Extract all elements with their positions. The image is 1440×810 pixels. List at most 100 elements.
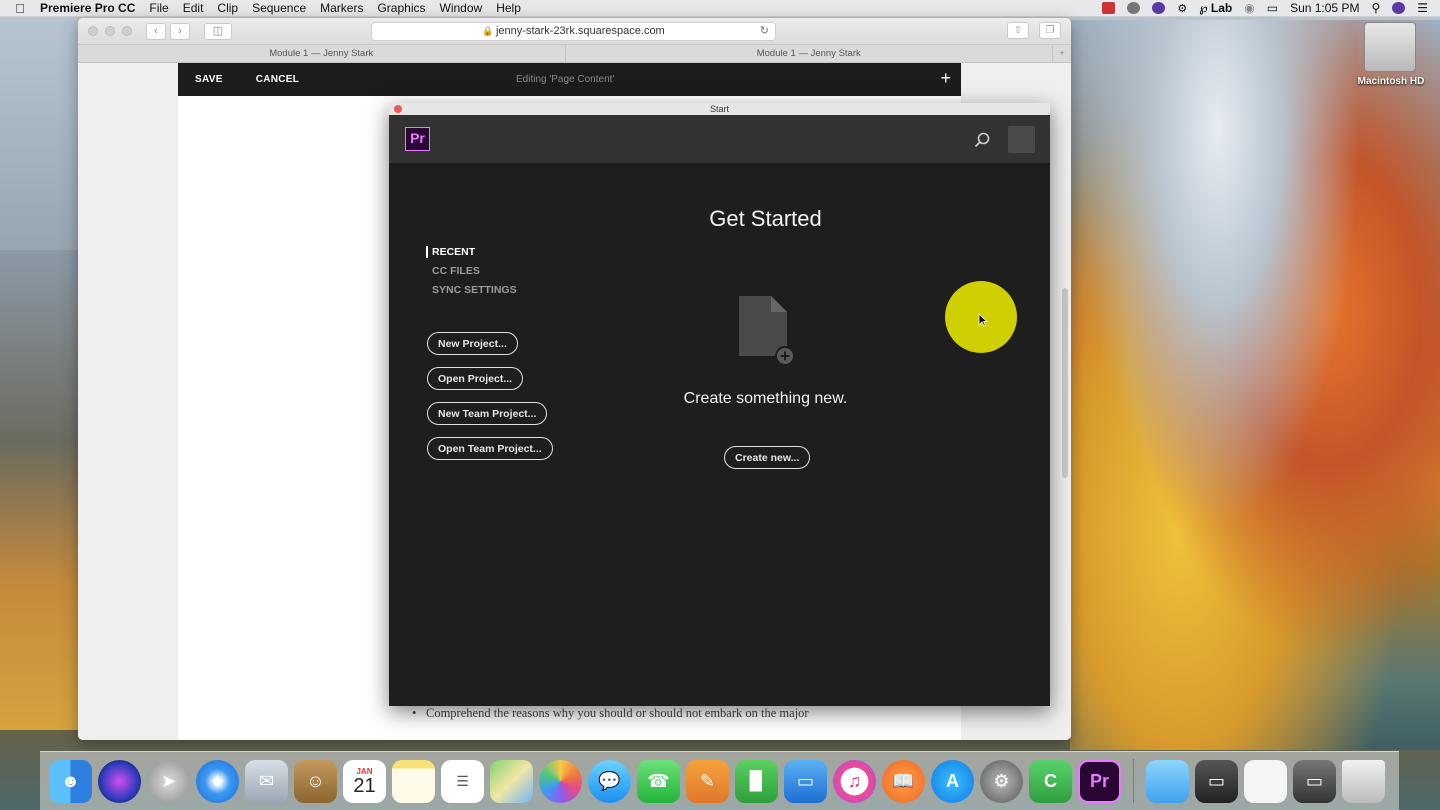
open-team-project-button[interactable]: Open Team Project... bbox=[427, 437, 553, 460]
itunes-icon[interactable]: ♫ bbox=[833, 759, 876, 803]
menu-clock[interactable]: Sun 1:05 PM bbox=[1290, 1, 1359, 15]
creative-cloud-icon[interactable] bbox=[1152, 2, 1166, 14]
nav-recent[interactable]: RECENT bbox=[426, 246, 517, 258]
camtasia-icon[interactable]: C bbox=[1029, 759, 1072, 803]
maps-icon[interactable] bbox=[490, 759, 533, 803]
menu-window[interactable]: Window bbox=[440, 1, 483, 15]
add-block-icon[interactable]: + bbox=[940, 68, 951, 89]
window-controls bbox=[88, 26, 132, 36]
menu-help[interactable]: Help bbox=[496, 1, 521, 15]
lock-icon: 🔒 bbox=[482, 26, 496, 36]
siri-icon[interactable] bbox=[98, 759, 141, 803]
create-new-button[interactable]: Create new... bbox=[724, 446, 811, 469]
menu-graphics[interactable]: Graphics bbox=[377, 1, 425, 15]
nav-sync-settings[interactable]: SYNC SETTINGS bbox=[426, 284, 517, 296]
tab-bar: Module 1 — Jenny Stark Module 1 — Jenny … bbox=[78, 45, 1071, 63]
page-scrollbar[interactable] bbox=[1062, 288, 1068, 478]
hard-drive-label[interactable]: Macintosh HD bbox=[1352, 76, 1430, 87]
messages-icon[interactable]: 💬 bbox=[588, 759, 631, 803]
menu-app-name[interactable]: Premiere Pro CC bbox=[40, 1, 135, 15]
address-url: jenny-stark-23rk.squarespace.com bbox=[495, 25, 665, 37]
save-button[interactable]: SAVE bbox=[195, 74, 223, 85]
pages-icon[interactable]: ✎ bbox=[686, 759, 729, 803]
launchpad-icon[interactable]: ➤ bbox=[147, 759, 190, 803]
tab-module-1-first[interactable]: Module 1 — Jenny Stark bbox=[78, 45, 566, 62]
notes-icon[interactable] bbox=[392, 759, 435, 803]
system-preferences-icon[interactable]: ⚙ bbox=[980, 759, 1023, 803]
back-button[interactable]: ‹ bbox=[146, 22, 166, 40]
avatar[interactable] bbox=[1008, 126, 1035, 153]
reminders-icon[interactable]: ☰ bbox=[441, 759, 484, 803]
notification-center-icon[interactable]: ☰ bbox=[1417, 1, 1428, 15]
document-icon[interactable] bbox=[1244, 759, 1287, 803]
cancel-button[interactable]: CANCEL bbox=[256, 74, 299, 85]
menu-edit[interactable]: Edit bbox=[183, 1, 204, 15]
dock-separator bbox=[1133, 759, 1134, 803]
numbers-icon[interactable]: ▉ bbox=[735, 759, 778, 803]
menu-sequence[interactable]: Sequence bbox=[252, 1, 306, 15]
zoom-window-button[interactable] bbox=[122, 26, 132, 36]
siri-icon[interactable] bbox=[1392, 2, 1406, 14]
control-strip-icon[interactable]: ⚙ bbox=[1177, 2, 1187, 15]
photos-icon[interactable] bbox=[539, 759, 582, 803]
desktop-wallpaper-right bbox=[1070, 20, 1440, 750]
page-bullet-text: • Comprehend the reasons why you should … bbox=[412, 703, 816, 724]
safari-icon[interactable]: ✦ bbox=[196, 759, 239, 803]
minimize-window-button[interactable] bbox=[105, 26, 115, 36]
menu-bar:  Premiere Pro CC File Edit Clip Sequenc… bbox=[0, 0, 1440, 17]
safari-toolbar: ‹ › ◫ 🔒 jenny-stark-23rk.squarespace.com… bbox=[78, 18, 1071, 45]
address-bar[interactable]: 🔒 jenny-stark-23rk.squarespace.com ↻ bbox=[371, 22, 776, 41]
desktop-wallpaper-left bbox=[0, 250, 90, 730]
sidebar-toggle-icon[interactable]: ◫ bbox=[204, 22, 232, 40]
keynote-icon[interactable]: ▭ bbox=[784, 759, 827, 803]
start-window-title: Start bbox=[709, 104, 729, 114]
mail-icon[interactable]: ✉ bbox=[245, 759, 288, 803]
status-icon[interactable] bbox=[1127, 2, 1141, 14]
calendar-icon[interactable]: JAN 21 bbox=[343, 759, 386, 803]
recording-icon[interactable] bbox=[1102, 2, 1116, 14]
menu-markers[interactable]: Markers bbox=[320, 1, 363, 15]
squarespace-edit-bar: SAVE CANCEL Editing 'Page Content' + bbox=[178, 63, 961, 96]
reload-icon[interactable]: ↻ bbox=[760, 23, 769, 40]
hard-drive-icon[interactable] bbox=[1364, 22, 1416, 72]
camtasia-recording-icon[interactable]: ▭ bbox=[1195, 759, 1238, 803]
new-project-button[interactable]: New Project... bbox=[427, 332, 518, 355]
status-lab-label: Lab bbox=[1210, 1, 1233, 15]
mouse-cursor-icon bbox=[978, 313, 988, 327]
apple-menu-icon[interactable]:  bbox=[0, 1, 40, 16]
editing-label: Editing 'Page Content' bbox=[516, 74, 615, 85]
app-store-icon[interactable]: A bbox=[931, 759, 974, 803]
status-lab[interactable]: ℘ Lab bbox=[1199, 1, 1232, 15]
search-icon[interactable] bbox=[973, 131, 991, 149]
tab-module-1-second[interactable]: Module 1 — Jenny Stark bbox=[566, 45, 1053, 62]
finder-icon[interactable]: ☻ bbox=[49, 759, 92, 803]
menu-file[interactable]: File bbox=[149, 1, 168, 15]
close-window-button[interactable] bbox=[88, 26, 98, 36]
start-header: Pr bbox=[389, 115, 1050, 163]
wifi-icon[interactable]: ◉ bbox=[1244, 1, 1254, 15]
airplay-icon[interactable]: ▭ bbox=[1267, 1, 1278, 15]
new-tab-icon[interactable]: + bbox=[1053, 45, 1071, 62]
calendar-day: 21 bbox=[353, 774, 376, 797]
lab-glyph-icon: ℘ bbox=[1199, 1, 1211, 15]
open-project-button[interactable]: Open Project... bbox=[427, 367, 524, 390]
create-something-new-text: Create something new. bbox=[683, 390, 848, 407]
ibooks-icon[interactable]: 📖 bbox=[882, 759, 925, 803]
start-nav: RECENT CC FILES SYNC SETTINGS bbox=[426, 246, 517, 303]
share-icon[interactable]: ⇧ bbox=[1007, 22, 1029, 39]
premiere-pro-icon[interactable]: Pr bbox=[1078, 759, 1121, 803]
forward-button[interactable]: › bbox=[170, 22, 190, 40]
premiere-start-window: Start Pr RECENT CC FILES SYNC SETTINGS N… bbox=[389, 103, 1050, 706]
trash-icon[interactable] bbox=[1342, 759, 1385, 803]
new-file-icon bbox=[739, 296, 795, 366]
tabs-overview-icon[interactable]: ❐ bbox=[1039, 22, 1061, 39]
premiere-logo-icon: Pr bbox=[405, 127, 430, 151]
contacts-icon[interactable]: ☺ bbox=[294, 759, 337, 803]
spotlight-icon[interactable]: ⚲ bbox=[1371, 1, 1380, 15]
folder-icon[interactable] bbox=[1146, 759, 1189, 803]
nav-cc-files[interactable]: CC FILES bbox=[426, 265, 517, 277]
facetime-icon[interactable]: ☎ bbox=[637, 759, 680, 803]
close-start-window-button[interactable] bbox=[394, 105, 402, 113]
camtasia-project-icon[interactable]: ▭ bbox=[1293, 759, 1336, 803]
menu-clip[interactable]: Clip bbox=[217, 1, 238, 15]
